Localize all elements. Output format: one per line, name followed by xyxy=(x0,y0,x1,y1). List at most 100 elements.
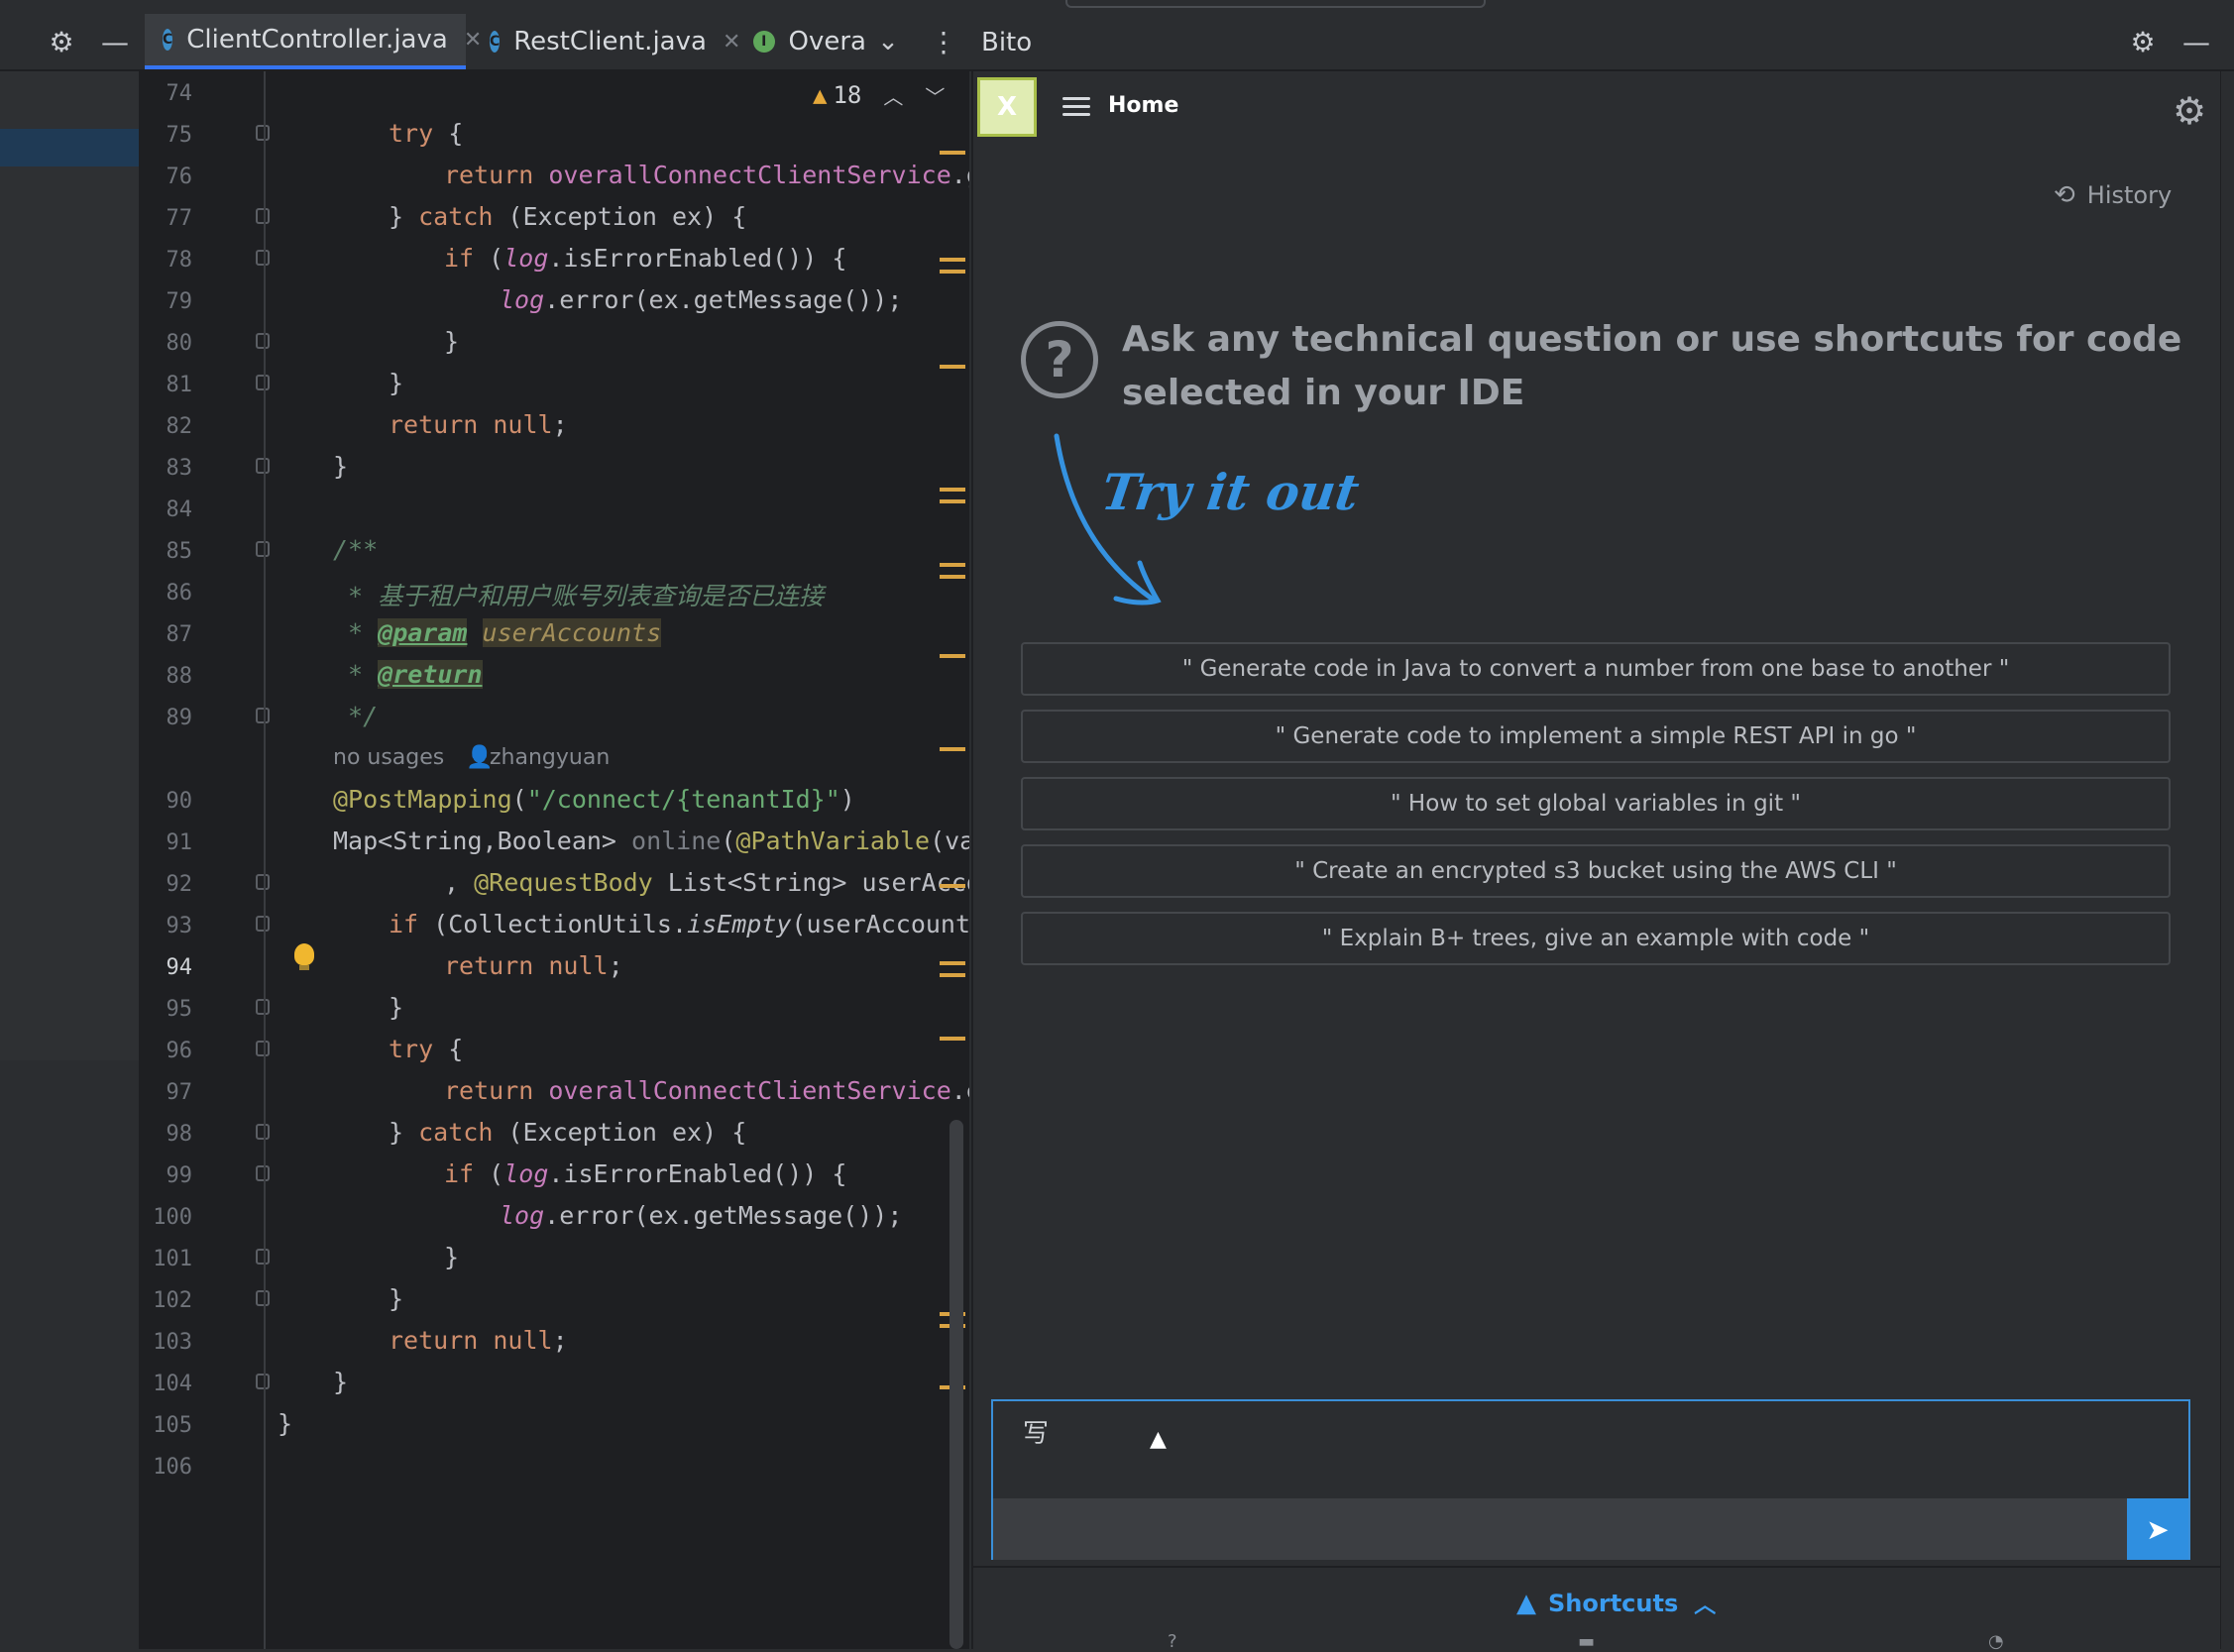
editor-scrollbar[interactable] xyxy=(949,1120,963,1649)
fold-icon[interactable] xyxy=(256,916,270,932)
mouse-pointer-icon: ▲ xyxy=(1150,1427,1167,1452)
fold-icon[interactable] xyxy=(256,874,270,890)
stripe-mark[interactable] xyxy=(940,575,965,579)
suggestion-button[interactable]: " How to set global variables in git " xyxy=(1021,777,2171,830)
gear-icon[interactable]: ⚙ xyxy=(40,14,83,69)
settings-gear-icon[interactable]: ⚙ xyxy=(2173,89,2206,133)
more-options-icon[interactable]: ⋮ xyxy=(926,14,961,69)
stripe-mark[interactable] xyxy=(940,270,965,274)
code-text: } catch (Exception ex) { xyxy=(389,202,747,231)
line-number: 97 xyxy=(166,1080,193,1105)
fold-icon[interactable] xyxy=(256,708,270,723)
stripe-mark[interactable] xyxy=(940,499,965,503)
author-hint[interactable]: zhangyuan xyxy=(490,745,610,770)
line-number: 95 xyxy=(166,997,193,1022)
code-text: } xyxy=(333,452,349,481)
divider xyxy=(973,1566,2234,1568)
line-number: 79 xyxy=(166,289,193,314)
fold-icon[interactable] xyxy=(256,1290,270,1306)
suggestion-button[interactable]: " Generate code to implement a simple RE… xyxy=(1021,710,2171,763)
code-text: } xyxy=(389,369,404,397)
search-everywhere-pill[interactable] xyxy=(1065,0,1486,8)
panel-gear-icon[interactable]: ⚙ xyxy=(2121,14,2165,69)
curved-arrow-icon xyxy=(1054,433,1162,606)
code-text: if (log.isErrorEnabled()) { xyxy=(444,1159,847,1188)
chat-input[interactable]: 写 ➤ xyxy=(991,1399,2190,1560)
fold-icon[interactable] xyxy=(256,1374,270,1389)
code-text: Map<String,Boolean> online(@PathVariable… xyxy=(333,826,969,855)
fold-icon[interactable] xyxy=(256,458,270,474)
stripe-mark[interactable] xyxy=(940,973,965,977)
code-text: try { xyxy=(389,119,464,148)
line-number: 94 xyxy=(166,955,193,980)
stripe-mark[interactable] xyxy=(940,365,965,369)
code-text: * 基于租户和用户账号列表查询是否已连接 xyxy=(333,582,825,610)
bito-panel-header: Bito ⚙ — xyxy=(971,14,2234,69)
stripe-mark[interactable] xyxy=(940,654,965,658)
tab-clientcontroller[interactable]: C ClientController.java ✕ xyxy=(145,14,482,69)
usages-hint[interactable]: no usages xyxy=(333,745,444,770)
selected-tree-item[interactable] xyxy=(0,129,139,166)
stripe-mark[interactable] xyxy=(940,961,965,965)
line-number: 93 xyxy=(166,914,193,938)
fold-icon[interactable] xyxy=(256,1041,270,1056)
fold-icon[interactable] xyxy=(256,999,270,1015)
line-number: 102 xyxy=(153,1288,192,1313)
fold-icon[interactable] xyxy=(256,541,270,557)
stripe-mark[interactable] xyxy=(940,488,965,492)
suggestion-button[interactable]: " Create an encrypted s3 bucket using th… xyxy=(1021,844,2171,898)
fold-icon[interactable] xyxy=(256,375,270,390)
line-number: 78 xyxy=(166,248,193,273)
gutter-divider xyxy=(264,71,266,1649)
code-text: } xyxy=(333,1368,349,1396)
line-number: 103 xyxy=(153,1330,192,1355)
stripe-mark[interactable] xyxy=(940,884,965,888)
stripe-mark[interactable] xyxy=(940,258,965,262)
home-label[interactable]: Home xyxy=(1108,93,1178,118)
lightbulb-icon[interactable] xyxy=(294,943,314,970)
shortcuts-toggle[interactable]: ▲ Shortcuts ︿ xyxy=(1516,1588,1716,1619)
line-number: 84 xyxy=(166,497,193,522)
panel-minimize-icon[interactable]: — xyxy=(2177,14,2216,69)
fold-icon[interactable] xyxy=(256,1124,270,1140)
fold-icon[interactable] xyxy=(256,125,270,141)
line-number: 106 xyxy=(153,1455,192,1480)
line-number: 87 xyxy=(166,622,193,647)
tab-label: Overa xyxy=(788,27,866,56)
suggestion-button[interactable]: " Explain B+ trees, give an example with… xyxy=(1021,912,2171,965)
chat-input-footer xyxy=(993,1498,2141,1560)
line-number: 92 xyxy=(166,872,193,897)
class-icon: C xyxy=(163,29,173,51)
fold-icon[interactable] xyxy=(256,1249,270,1265)
stripe-mark[interactable] xyxy=(940,563,965,567)
minimize-icon[interactable]: — xyxy=(95,14,135,69)
code-text: * @return xyxy=(333,660,483,689)
code-text: @PostMapping("/connect/{tenantId}") xyxy=(333,785,855,814)
code-text: } xyxy=(444,327,460,356)
code-text: } xyxy=(389,993,404,1022)
line-number: 90 xyxy=(166,789,193,814)
send-button[interactable]: ➤ xyxy=(2127,1498,2188,1560)
stripe-mark[interactable] xyxy=(940,1037,965,1041)
suggestion-button[interactable]: " Generate code in Java to convert a num… xyxy=(1021,642,2171,696)
fold-icon[interactable] xyxy=(256,208,270,224)
code-text: return null; xyxy=(389,1326,568,1355)
fold-icon[interactable] xyxy=(256,1165,270,1181)
tab-overall[interactable]: I Overa xyxy=(733,14,866,69)
prompt-heading: Ask any technical question or use shortc… xyxy=(1122,319,2182,413)
code-text: if (log.isErrorEnabled()) { xyxy=(444,244,847,273)
code-text: , @RequestBody List<String> userAccour xyxy=(444,868,969,897)
stripe-mark[interactable] xyxy=(940,151,965,155)
tab-restclient[interactable]: C RestClient.java ✕ xyxy=(472,14,740,69)
chevron-down-icon[interactable]: ⌄ xyxy=(868,14,908,69)
history-button[interactable]: ⟲ History xyxy=(2054,180,2172,210)
tab-label: ClientController.java xyxy=(186,25,448,55)
line-number: 76 xyxy=(166,165,193,189)
fold-icon[interactable] xyxy=(256,250,270,266)
fold-icon[interactable] xyxy=(256,333,270,349)
line-number: 86 xyxy=(166,581,193,606)
menu-icon[interactable] xyxy=(1062,97,1090,117)
stripe-mark[interactable] xyxy=(940,747,965,751)
line-number: 74 xyxy=(166,81,193,106)
line-number: 99 xyxy=(166,1163,193,1188)
